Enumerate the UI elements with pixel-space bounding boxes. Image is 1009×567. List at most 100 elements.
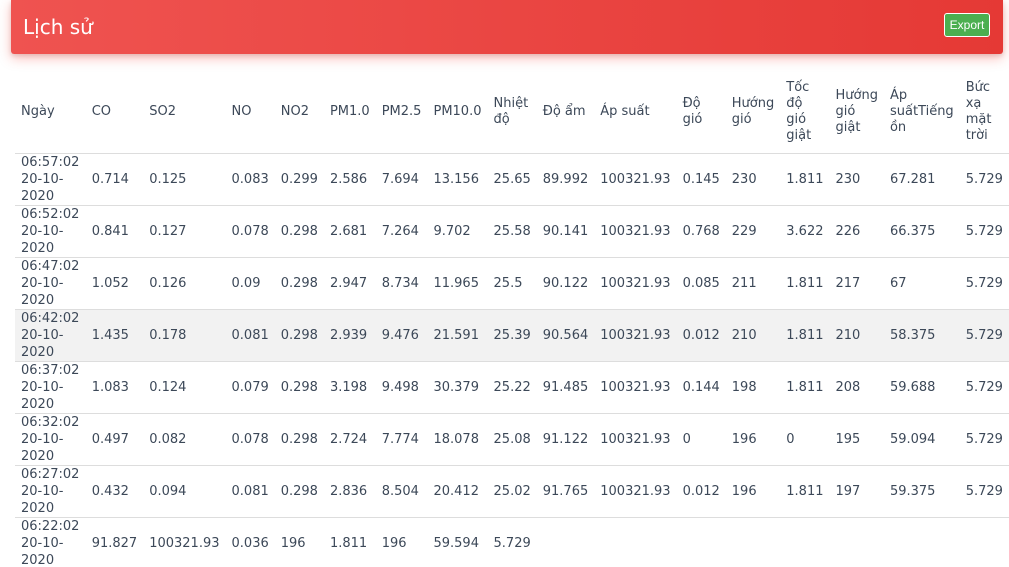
column-header: PM2.5	[375, 72, 428, 154]
table-row: 06:42:02 20-10-2020 1.435 0.178 0.081 0.298 2…	[15, 309, 1009, 362]
table-cell: 0.127	[143, 205, 226, 258]
column-header: NO2	[274, 72, 324, 154]
table-cell: 0.298	[274, 309, 324, 362]
column-header: NO	[225, 72, 275, 154]
row-date-cell: 06:52:02 20-10-2020	[15, 205, 86, 258]
column-header: Áp suất	[594, 72, 677, 154]
table-cell: 25.22	[487, 361, 537, 414]
table-cell: 196	[725, 413, 781, 466]
table-cell: 230	[725, 153, 781, 206]
table-cell: 0.432	[85, 465, 144, 518]
column-header: Độ gió	[676, 72, 726, 154]
table-cell: 1.811	[329, 535, 368, 551]
table-cell: 0.125	[143, 153, 226, 206]
table-cell: 21.591	[427, 309, 488, 362]
table-cell: 0.298	[274, 257, 324, 310]
table-cell: 58.375	[883, 309, 960, 362]
column-header: Tốc độ gió giật	[780, 72, 830, 154]
table-cell: 2.724	[323, 413, 376, 466]
table-cell: 25.08	[487, 413, 537, 466]
table-cell: 25.02	[487, 465, 537, 518]
table-cell: 217	[829, 257, 884, 310]
table-cell: 8.734	[375, 257, 428, 310]
table-cell: 0.298	[274, 361, 324, 414]
row-date-cell: 06:32:02 20-10-2020	[15, 413, 86, 466]
table-cell: 0	[780, 413, 830, 466]
table-row: 06:57:02 20-10-2020 0.714 0.125 0.083 0.299 2…	[15, 153, 1009, 206]
table-cell: 210	[725, 309, 781, 362]
column-header: Hướng gió giật	[829, 72, 884, 154]
table-cell: 89.992	[536, 153, 595, 206]
table-cell: 100321.93	[594, 205, 677, 258]
table-cell: 0.298	[274, 465, 324, 518]
table-cell: 0.768	[676, 205, 726, 258]
table-cell: 5.729	[959, 361, 1009, 414]
table-row: 06:32:02 20-10-2020 0.497 0.082 0.078 0.298 2…	[15, 413, 1009, 466]
row-date-cell: 06:57:02 20-10-2020	[15, 153, 86, 206]
table-cell: 210	[829, 309, 884, 362]
table-cell: 0.126	[143, 257, 226, 310]
table-cell: 196	[725, 465, 781, 518]
table-cell: 25.58	[487, 205, 537, 258]
table-cell: 1.811	[780, 309, 830, 362]
table-cell: 2.681	[323, 205, 376, 258]
table-cell: 5.729	[959, 205, 1009, 258]
table-cell: 1.052	[85, 257, 144, 310]
table-cell: 67	[883, 257, 960, 310]
table-cell: 211	[725, 257, 781, 310]
table-cell: 208	[829, 361, 884, 414]
column-header: Bức xạ mặt trời	[959, 72, 1009, 154]
export-button[interactable]: Export	[944, 13, 990, 37]
table-cell: 100321.93	[594, 413, 677, 466]
table-cell: 13.156	[427, 153, 488, 206]
table-cell: 0.145	[676, 153, 726, 206]
table-cell: 0.036	[231, 535, 269, 551]
table-cell: 0.841	[85, 205, 144, 258]
history-table: Ngày CO SO2 NO NO2 PM1.0 PM2.5 PM10.0 Nhiệt độ Độ…	[15, 72, 1009, 567]
table-cell: 0.094	[143, 465, 226, 518]
table-cell: 0.298	[274, 413, 324, 466]
table-cell: 0.497	[85, 413, 144, 466]
table-cell: 229	[725, 205, 781, 258]
table-cell: 2.947	[323, 257, 376, 310]
table-cell: 100321.93	[594, 153, 677, 206]
table-cell: 5.729	[959, 413, 1009, 466]
table-cell: 0.012	[676, 465, 726, 518]
table-cell: 91.122	[536, 413, 595, 466]
table-cell: 0.714	[85, 153, 144, 206]
table-cell: 18.078	[427, 413, 488, 466]
table-cell: 1.811	[780, 153, 830, 206]
table-cell: 1.811	[780, 465, 830, 518]
table-cell: 0.09	[225, 257, 275, 310]
page-header: Lịch sử Export	[11, 0, 1003, 54]
column-header: Ngày	[15, 72, 86, 154]
table-cell: 0.298	[274, 205, 324, 258]
table-cell: 91.827	[91, 535, 138, 551]
table-cell: 3.198	[323, 361, 376, 414]
table-cell: 0	[676, 413, 726, 466]
table-cell: 100321.93	[594, 465, 677, 518]
column-header: Hướng gió	[725, 72, 781, 154]
row-date-cell: 06:22:02 20-10-2020	[21, 518, 80, 567]
table-cell: 0.085	[676, 257, 726, 310]
table-cell: 0.081	[225, 465, 275, 518]
table-cell: 0.079	[225, 361, 275, 414]
table-cell: 90.122	[536, 257, 595, 310]
table-cell: 0.078	[225, 413, 275, 466]
table-cell: 0.078	[225, 205, 275, 258]
table-cell: 25.65	[487, 153, 537, 206]
table-cell: 197	[829, 465, 884, 518]
row-date-cell: 06:47:02 20-10-2020	[15, 257, 86, 310]
column-header: CO	[85, 72, 144, 154]
row-date-cell: 06:27:02 20-10-2020	[15, 465, 86, 518]
table-cell: 7.694	[375, 153, 428, 206]
table-cell: 59.375	[883, 465, 960, 518]
column-header: PM1.0	[323, 72, 376, 154]
table-cell: 5.729	[493, 535, 531, 551]
table-cell: 196	[280, 535, 306, 551]
table-row: 06:22:02 20-10-2020 91.827 100321.93 0.036 1…	[15, 517, 1009, 567]
table-cell: 9.498	[375, 361, 428, 414]
table-cell: 0.012	[676, 309, 726, 362]
table-cell: 226	[829, 205, 884, 258]
table-cell: 0.124	[143, 361, 226, 414]
